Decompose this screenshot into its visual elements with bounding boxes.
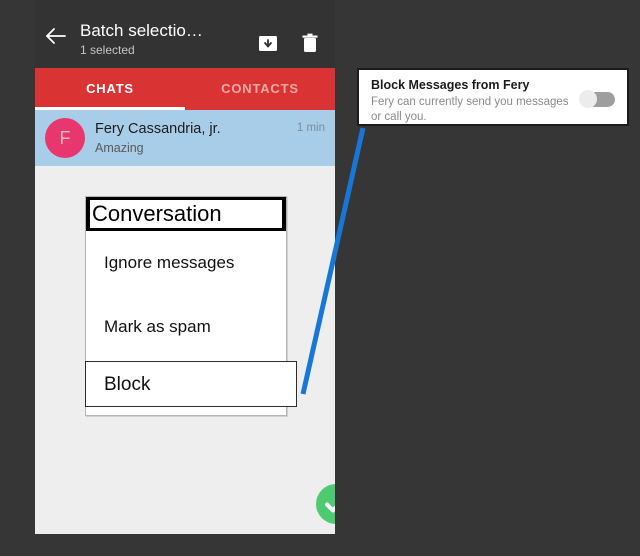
delete-icon[interactable] [299,32,321,54]
context-menu-header: Conversation [86,197,286,231]
menu-item-ignore-messages[interactable]: Ignore messages [86,231,286,295]
tab-contacts[interactable]: CONTACTS [185,68,335,110]
check-icon [325,502,335,513]
toggle-knob [579,90,597,108]
timestamp: 1 min [296,122,325,134]
tab-bar: CHATS CONTACTS [35,68,335,110]
list-item[interactable]: F Fery Cassandria, jr. Amazing 1 min [35,110,335,166]
contact-name: Fery Cassandria, jr. [95,121,221,137]
selection-count: 1 selected [80,43,135,57]
context-menu: Conversation Ignore messages Mark as spa… [85,196,297,416]
tab-chats[interactable]: CHATS [35,68,185,110]
message-snippet: Amazing [95,141,144,155]
confirm-fab[interactable] [316,484,335,524]
page-title: Batch selectio… [80,21,203,40]
tooltip-description: Fery can currently send you messages or … [371,96,569,123]
tooltip-title: Block Messages from Fery [371,78,530,92]
back-arrow-icon[interactable] [45,26,67,46]
block-toggle-switch[interactable] [579,90,615,108]
archive-icon[interactable] [257,32,279,54]
menu-item-mark-as-spam[interactable]: Mark as spam [86,295,286,359]
context-menu-title: Conversation [90,200,282,228]
app-bar: Batch selectio… 1 selected [35,0,335,68]
menu-item-block[interactable]: Block [85,361,297,407]
phone-screen: Batch selectio… 1 selected CHATS CONTACT… [35,0,335,534]
avatar: F [45,118,85,158]
app-bar-titles: Batch selectio… 1 selected [80,21,203,58]
callout-tooltip: Block Messages from Fery Fery can curren… [357,68,629,126]
